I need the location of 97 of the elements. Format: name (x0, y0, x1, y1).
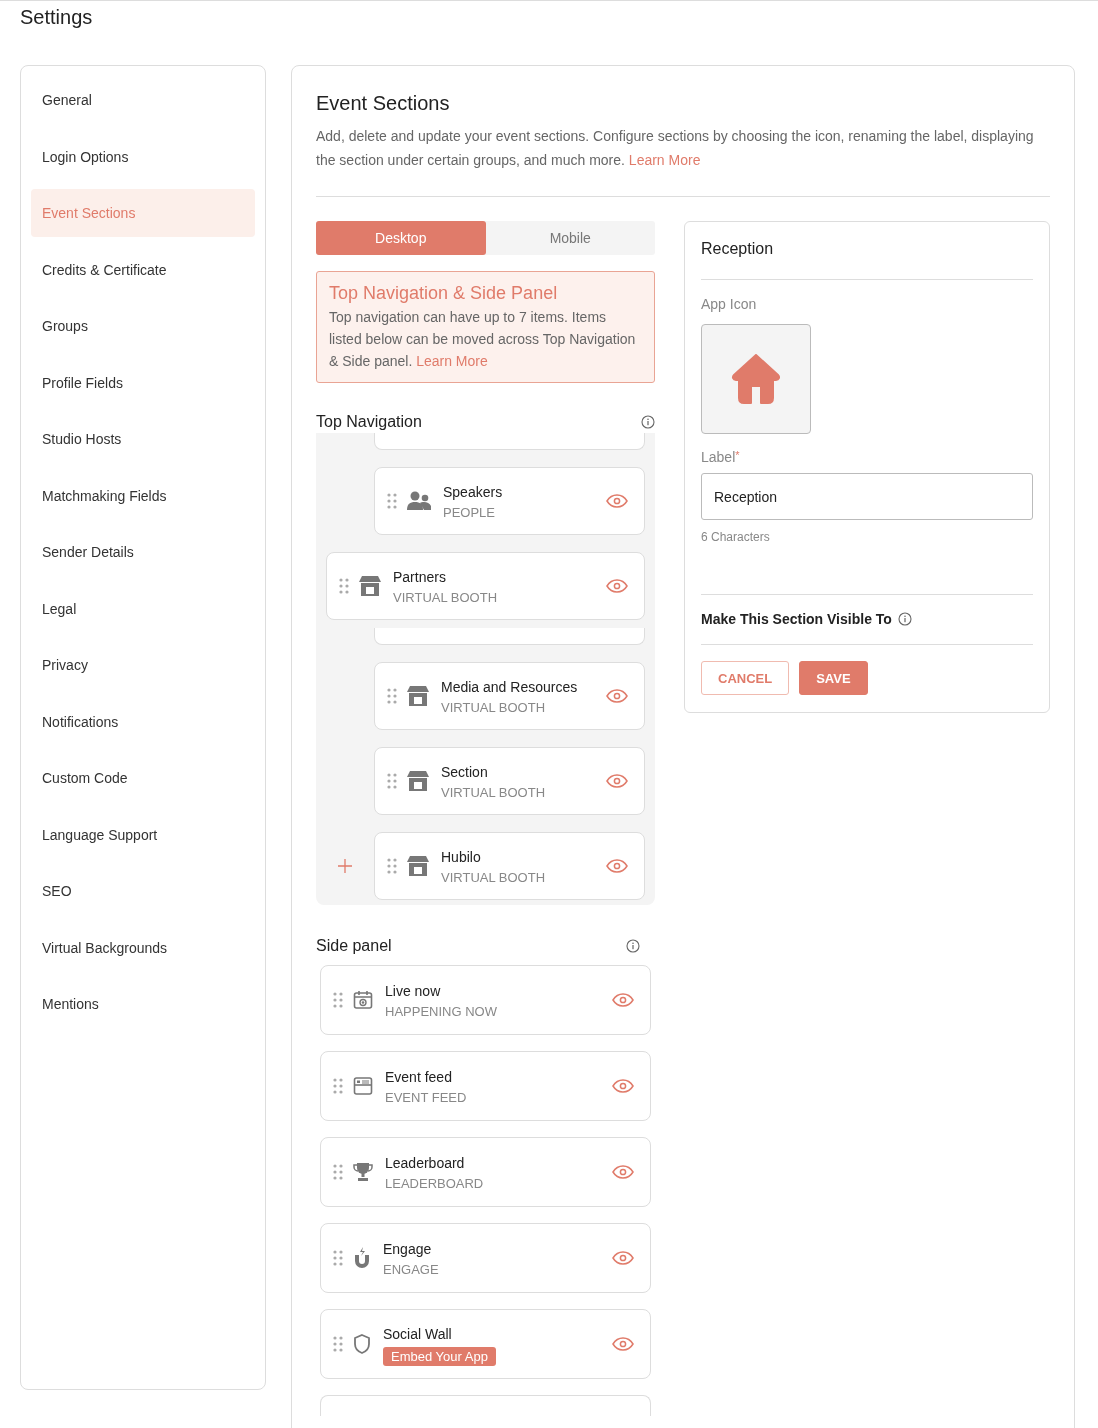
drag-handle-icon[interactable] (387, 688, 397, 704)
info-icon[interactable] (626, 939, 640, 953)
field-label: Label (701, 449, 736, 465)
info-title: Top Navigation & Side Panel (329, 283, 559, 304)
section-title: Event Sections (316, 92, 451, 116)
sidebar-item[interactable]: Groups (31, 302, 255, 350)
section-description: Add, delete and update your event sections. Configure sections by choosing the icon, renaming the label, displaying the section under certain groups, and much more. Learn More (316, 127, 1035, 170)
eye-icon[interactable] (612, 993, 634, 1007)
eye-icon[interactable] (606, 774, 628, 788)
section-type: EVENT FEED (385, 1088, 468, 1107)
drag-handle-icon[interactable] (387, 493, 397, 509)
section-type: LEADERBOARD (385, 1174, 485, 1193)
sidebar-item[interactable]: Credits & Certificate (31, 245, 255, 294)
tab[interactable]: Mobile (485, 221, 655, 255)
section-heading: Top Navigation (316, 413, 422, 431)
section-name: Hubilo (441, 847, 482, 867)
eye-icon[interactable] (606, 859, 628, 873)
sidebar-item[interactable]: Custom Code (31, 754, 255, 802)
drag-handle-icon[interactable] (333, 992, 343, 1008)
section-type: VIRTUAL BOOTH (441, 698, 547, 717)
people-icon (407, 491, 431, 511)
drag-handle-icon[interactable] (333, 1164, 343, 1180)
sidebar-item[interactable]: Sender Details (31, 528, 255, 576)
section-name: Speakers (443, 482, 504, 502)
section-name: Media and Resources (441, 677, 579, 697)
eye-icon[interactable] (612, 1337, 634, 1351)
section-heading: Side panel (316, 937, 392, 955)
shield-icon (353, 1334, 371, 1354)
store-icon (407, 686, 429, 706)
home-icon (731, 354, 781, 404)
section-card[interactable]: Social Wall Embed Your App (320, 1309, 651, 1379)
sidebar-item[interactable]: General (31, 76, 255, 124)
sidebar-item[interactable]: SEO (31, 867, 255, 915)
section-type: VIRTUAL BOOTH (441, 783, 547, 802)
section-name: Partners (393, 567, 447, 587)
visibility-label: Make This Section Visible To (701, 611, 892, 627)
section-name: Social Wall (383, 1325, 453, 1344)
embed-badge: Embed Your App (383, 1347, 496, 1366)
character-count: 6 Characters (701, 530, 771, 544)
section-type: PEOPLE (443, 503, 497, 522)
section-type: HAPPENING NOW (385, 1002, 498, 1021)
eye-icon[interactable] (612, 1251, 634, 1265)
section-card[interactable]: Speakers PEOPLE (374, 467, 645, 535)
section-type: VIRTUAL BOOTH (441, 868, 547, 887)
drag-handle-icon[interactable] (333, 1078, 343, 1094)
eye-icon[interactable] (606, 689, 628, 703)
sidebar-item[interactable]: Language Support (31, 810, 255, 859)
section-card[interactable]: Leaderboard LEADERBOARD (320, 1137, 651, 1207)
sidebar-item[interactable]: Matchmaking Fields (31, 471, 255, 520)
section-card[interactable]: Section VIRTUAL BOOTH (374, 747, 645, 815)
feed-icon (353, 1077, 373, 1095)
drag-handle-icon[interactable] (333, 1336, 343, 1352)
section-card[interactable]: Engage ENGAGE (320, 1223, 651, 1293)
store-icon (407, 771, 429, 791)
section-card[interactable]: Live now HAPPENING NOW (320, 965, 651, 1035)
drag-handle-icon[interactable] (333, 1250, 343, 1266)
info-icon[interactable] (641, 415, 655, 429)
sidebar-item[interactable]: Studio Hosts (31, 415, 255, 463)
editor-title: Reception (701, 240, 775, 259)
store-icon (407, 856, 429, 876)
info-icon[interactable] (897, 612, 912, 626)
section-card[interactable]: Partners VIRTUAL BOOTH (326, 552, 645, 620)
eye-icon[interactable] (612, 1165, 634, 1179)
sidebar-item[interactable]: Virtual Backgrounds (31, 923, 255, 972)
eye-icon[interactable] (612, 1079, 634, 1093)
magnet-icon (353, 1247, 371, 1269)
sidebar-item[interactable]: Mentions (31, 980, 255, 1028)
sidebar-item[interactable]: Notifications (31, 697, 255, 746)
section-card[interactable]: Event feed EVENT FEED (320, 1051, 651, 1121)
section-name: Live now (385, 981, 442, 1001)
trophy-icon (353, 1162, 373, 1182)
app-icon-picker[interactable] (701, 324, 811, 434)
label-input[interactable]: Reception (701, 473, 1033, 520)
sidebar-item[interactable]: Legal (31, 584, 255, 633)
sidebar-item[interactable]: Privacy (31, 641, 255, 689)
store-icon (359, 576, 381, 596)
section-name: Section (441, 762, 489, 782)
section-card[interactable]: Media and Resources VIRTUAL BOOTH (374, 662, 645, 730)
sidebar-item[interactable]: Profile Fields (31, 358, 255, 407)
section-name: Leaderboard (385, 1153, 466, 1173)
section-type: VIRTUAL BOOTH (393, 588, 499, 607)
drag-handle-icon[interactable] (387, 773, 397, 789)
drag-handle-icon[interactable] (339, 578, 349, 594)
eye-icon[interactable] (606, 579, 628, 593)
add-icon[interactable] (338, 859, 352, 873)
sidebar-item[interactable]: Login Options (31, 132, 255, 181)
section-name: Engage (383, 1239, 433, 1259)
section-type: ENGAGE (383, 1260, 440, 1279)
section-name: Event feed (385, 1067, 453, 1087)
eye-icon[interactable] (606, 494, 628, 508)
section-card[interactable]: Hubilo VIRTUAL BOOTH (374, 832, 645, 900)
field-label: App Icon (701, 296, 758, 314)
drag-handle-icon[interactable] (387, 858, 397, 874)
page-title: Settings (19, 5, 94, 30)
required-mark: * (735, 449, 740, 461)
info-text: Top navigation can have up to 7 items. Items listed below can be moved across Top Navigation & Side panel. Learn More (329, 308, 637, 371)
calendar-icon (353, 990, 373, 1010)
